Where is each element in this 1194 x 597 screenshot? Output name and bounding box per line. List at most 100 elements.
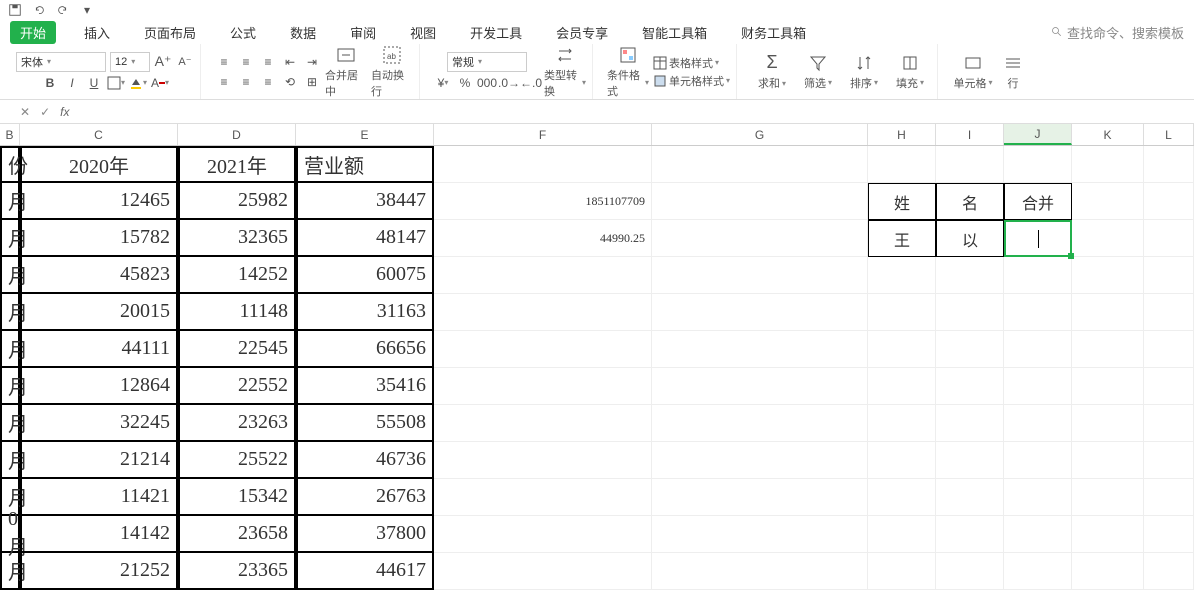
fill-button[interactable]: 填充▾ [889,53,931,91]
cell[interactable]: 2021年 [178,146,296,183]
tab-smart[interactable]: 智能工具箱 [636,21,713,44]
formula-input[interactable] [79,104,1174,119]
fill-color-icon[interactable]: ▾ [129,74,147,92]
align-center-icon[interactable]: ≡ [237,73,255,91]
comma-icon[interactable]: 000 [478,74,496,92]
cell[interactable]: 12465 [20,183,178,220]
cell[interactable]: 1851107709 [434,183,652,220]
tab-dev[interactable]: 开发工具 [464,21,528,44]
cell[interactable]: 月 [0,220,20,257]
tab-page-layout[interactable]: 页面布局 [138,21,202,44]
save-icon[interactable] [8,3,22,17]
tab-formula[interactable]: 公式 [224,21,262,44]
cell[interactable]: 15782 [20,220,178,257]
bold-icon[interactable]: B [41,74,59,92]
cell[interactable] [1144,146,1194,183]
spreadsheet-grid[interactable]: B C D E F G H I J K L 份 2020年 2021年 营业额 … [0,124,1194,590]
tab-start[interactable]: 开始 [10,21,56,44]
col-header[interactable]: L [1144,124,1194,145]
row-button[interactable]: 行 [998,53,1028,91]
col-header[interactable]: H [868,124,936,145]
cell[interactable]: 25982 [178,183,296,220]
percent-icon[interactable]: % [456,74,474,92]
align-middle-icon[interactable]: ≡ [237,53,255,71]
cell[interactable] [1072,183,1144,220]
inc-decimal-icon[interactable]: .0→ [500,74,518,92]
table-style-button[interactable]: 表格样式▾ [653,55,719,71]
cell[interactable] [868,146,936,183]
sort-button[interactable]: 排序▾ [843,53,885,91]
decrease-font-icon[interactable]: A⁻ [176,53,194,71]
cond-format-button[interactable]: 条件格式▾ [607,45,649,99]
cell[interactable]: 名 [936,183,1004,220]
border-icon[interactable]: ▾ [107,74,125,92]
tab-member[interactable]: 会员专享 [550,21,614,44]
italic-icon[interactable]: I [63,74,81,92]
cell[interactable] [1072,146,1144,183]
filter-button[interactable]: 筛选▾ [797,53,839,91]
tab-review[interactable]: 审阅 [344,21,382,44]
cell-button[interactable]: 单元格▾ [952,53,994,91]
font-size-combo[interactable]: 12▾ [110,52,150,72]
tab-insert[interactable]: 插入 [78,21,116,44]
col-header[interactable]: D [178,124,296,145]
cell[interactable]: 月 [0,183,20,220]
cancel-icon[interactable]: ✕ [20,105,30,119]
orientation-icon[interactable]: ⟲ [281,73,299,91]
col-header[interactable]: G [652,124,868,145]
cell[interactable] [1144,183,1194,220]
cell[interactable] [434,146,652,183]
align-left-icon[interactable]: ≡ [215,73,233,91]
col-header[interactable]: I [936,124,1004,145]
cell[interactable] [1072,220,1144,257]
cell[interactable]: 32365 [178,220,296,257]
col-header[interactable]: C [20,124,178,145]
currency-icon[interactable]: ¥▾ [434,74,452,92]
sum-button[interactable]: Σ求和▾ [751,52,793,91]
undo-icon[interactable] [32,3,46,17]
cell[interactable]: 44990.25 [434,220,652,257]
merge-icon[interactable]: ⊞ [303,73,321,91]
align-right-icon[interactable]: ≡ [259,73,277,91]
cell[interactable]: 48147 [296,220,434,257]
cell[interactable] [1144,220,1194,257]
indent-inc-icon[interactable]: ⇥ [303,53,321,71]
cell[interactable]: 2020年 [20,146,178,183]
col-header[interactable]: K [1072,124,1144,145]
tab-finance[interactable]: 财务工具箱 [735,21,812,44]
align-bottom-icon[interactable]: ≡ [259,53,277,71]
tab-view[interactable]: 视图 [404,21,442,44]
cell[interactable]: 合并 [1004,183,1072,220]
col-header[interactable]: F [434,124,652,145]
number-format-combo[interactable]: 常规▾ [447,52,527,72]
font-name-combo[interactable]: 宋体▾ [16,52,106,72]
fx-icon[interactable]: fx [60,105,69,119]
cell[interactable]: 王 [868,220,936,257]
search-box[interactable]: 查找命令、搜索模板 [1051,23,1184,42]
cell[interactable]: 38447 [296,183,434,220]
align-top-icon[interactable]: ≡ [215,53,233,71]
cell[interactable]: 姓 [868,183,936,220]
tab-data[interactable]: 数据 [284,21,322,44]
wrap-text-button[interactable]: ab 自动换行 [371,45,413,99]
cell[interactable]: 营业额 [296,146,434,183]
cell[interactable] [652,220,868,257]
cell[interactable]: 以 [936,220,1004,257]
cell[interactable] [936,146,1004,183]
col-header-selected[interactable]: J [1004,124,1072,145]
col-header[interactable]: B [0,124,20,145]
merge-center-button[interactable]: 合并居中 [325,45,367,99]
type-convert-button[interactable]: 类型转换▾ [544,45,586,99]
active-cell[interactable] [1004,220,1072,257]
dec-decimal-icon[interactable]: ←.0 [522,74,540,92]
col-header[interactable]: E [296,124,434,145]
redo-icon[interactable] [56,3,70,17]
cell[interactable] [652,183,868,220]
increase-font-icon[interactable]: A⁺ [154,53,172,71]
font-color-icon[interactable]: A▾ [151,74,169,92]
confirm-icon[interactable]: ✓ [40,105,50,119]
cell-style-button[interactable]: 单元格样式▾ [653,73,730,89]
chevron-down-icon[interactable]: ▾ [80,3,94,17]
underline-icon[interactable]: U [85,74,103,92]
indent-dec-icon[interactable]: ⇤ [281,53,299,71]
